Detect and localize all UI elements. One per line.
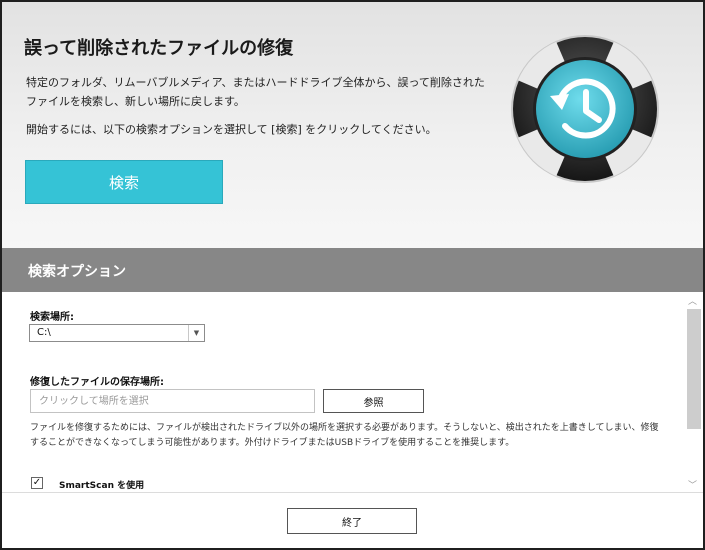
close-button[interactable]: 終了 (287, 508, 417, 534)
save-location-notice: ファイルを修復するためには、ファイルが検出されたドライブ以外の場所を選択する必要… (30, 423, 659, 448)
save-location-label: 修復したファイルの保存場所: (30, 377, 164, 388)
search-button[interactable]: 検索 (25, 160, 223, 204)
save-location-input[interactable] (30, 389, 315, 413)
chevron-down-icon[interactable]: ▼ (188, 325, 204, 341)
chevron-up-icon[interactable]: ︿ (688, 294, 697, 307)
header-area: 誤って削除されたファイルの修復 特定のフォルダ、リムーバブルメディア、またはハー… (2, 2, 703, 248)
options-panel: 検索場所: C:\ ▼ 修復したファイルの保存場所: 参照 ファイルを修復するた… (2, 292, 703, 492)
chevron-down-icon[interactable]: ﹀ (688, 478, 697, 491)
options-scrollbar[interactable]: ︿ ﹀ (685, 292, 703, 492)
options-section-header: 検索オプション (2, 248, 703, 292)
search-location-select[interactable]: C:\ ▼ (29, 324, 205, 342)
options-title: 検索オプション (28, 264, 126, 280)
lifebuoy-restore-icon (511, 35, 659, 183)
smartscan-checkbox[interactable]: ✓ (31, 477, 43, 489)
page-title: 誤って削除されたファイルの修復 (24, 38, 294, 59)
browse-button[interactable]: 参照 (323, 389, 424, 413)
search-location-value: C:\ (37, 327, 51, 338)
scrollbar-thumb[interactable] (687, 309, 701, 429)
page-description: 特定のフォルダ、リムーバブルメディア、またはハードドライブ全体から、誤って削除さ… (26, 76, 485, 108)
recovery-window: 誤って削除されたファイルの修復 特定のフォルダ、リムーバブルメディア、またはハー… (0, 0, 705, 550)
smartscan-label: SmartScan を使用 (59, 481, 145, 491)
footer: 終了 (2, 492, 703, 548)
page-hint: 開始するには、以下の検索オプションを選択して [検索] をクリックしてください。 (26, 123, 437, 136)
search-location-label: 検索場所: (30, 312, 74, 323)
